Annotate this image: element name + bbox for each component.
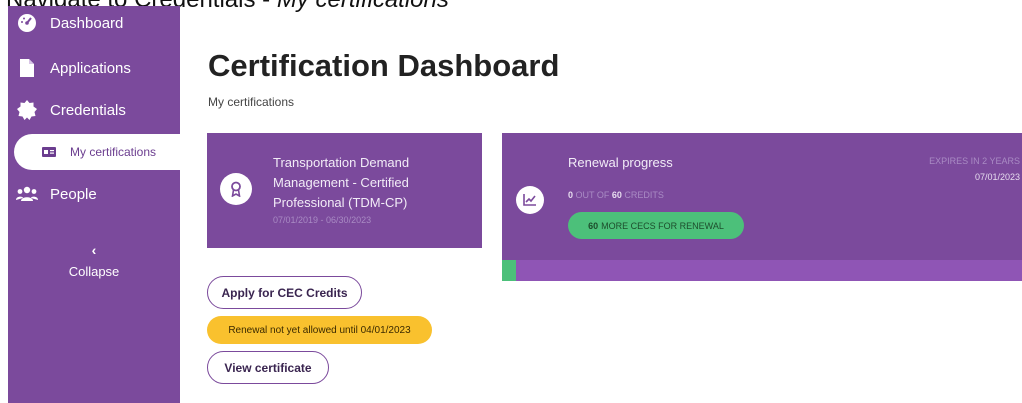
sidebar-item-label: People (50, 185, 97, 203)
expires-date: 07/01/2023 (974, 172, 1020, 182)
seal-icon (16, 99, 38, 121)
expiration-info: EXPIRES IN 2 YEARS 07/01/2023 (929, 153, 1020, 185)
progress-bar-track (516, 260, 1022, 281)
sidebar-item-label: Applications (50, 59, 131, 77)
id-card-icon (38, 141, 60, 163)
expires-label: EXPIRES IN 2 YEARS (929, 156, 1020, 166)
certification-name: Transportation Demand Management - Certi… (273, 155, 410, 210)
credits-progress-text: 0 OUT OF 60 CREDITS (568, 190, 664, 200)
cecs-remaining-text: MORE CECS FOR RENEWAL (601, 220, 724, 231)
sidebar-item-people[interactable]: People (8, 176, 180, 212)
sidebar-item-dashboard[interactable]: Dashboard (8, 6, 180, 40)
sidebar-item-applications[interactable]: Applications (8, 50, 180, 86)
page-title: Certification Dashboard (208, 48, 560, 83)
cecs-remaining-count: 60 (588, 220, 599, 231)
breadcrumb: My certifications (208, 95, 295, 109)
chevron-left-icon: ‹ (91, 242, 97, 258)
sidebar-item-label: Credentials (50, 101, 126, 119)
credits-suffix: CREDITS (624, 190, 664, 200)
sidebar-item-credentials[interactable]: Credentials (8, 92, 180, 128)
certification-dates: 07/01/2019 - 06/30/2023 (273, 215, 372, 225)
award-icon (220, 173, 252, 205)
credits-out-of: OUT OF (575, 190, 610, 200)
cecs-remaining-badge: 60 MORE CECS FOR RENEWAL (568, 212, 744, 239)
sidebar-item-my-certifications[interactable]: My certifications (14, 134, 188, 170)
sidebar-item-label: My certifications (70, 145, 157, 159)
view-certificate-button[interactable]: View certificate (207, 351, 329, 384)
certification-card[interactable]: Transportation Demand Management - Certi… (207, 133, 482, 248)
sidebar: Dashboard Applications Credentials My ce… (8, 6, 188, 403)
apply-cec-credits-button[interactable]: Apply for CEC Credits (207, 276, 362, 309)
credits-required: 60 (611, 190, 622, 200)
collapse-label: Collapse (68, 264, 120, 279)
credits-earned: 0 (568, 190, 574, 200)
sidebar-item-label: Dashboard (50, 14, 124, 32)
renewal-progress-card: Renewal progress 0 OUT OF 60 CREDITS 60 … (502, 133, 1022, 281)
renewal-title: Renewal progress (568, 155, 673, 170)
collapse-button[interactable]: ‹ Collapse (8, 242, 180, 279)
document-icon (16, 57, 38, 79)
caption-emphasis: My certifications (277, 0, 449, 13)
renewal-notice-badge: Renewal not yet allowed until 04/01/2023 (207, 316, 432, 344)
people-icon (16, 183, 38, 205)
dashboard-icon (16, 12, 38, 34)
chart-icon (516, 186, 544, 214)
progress-bar-fill (502, 260, 516, 281)
